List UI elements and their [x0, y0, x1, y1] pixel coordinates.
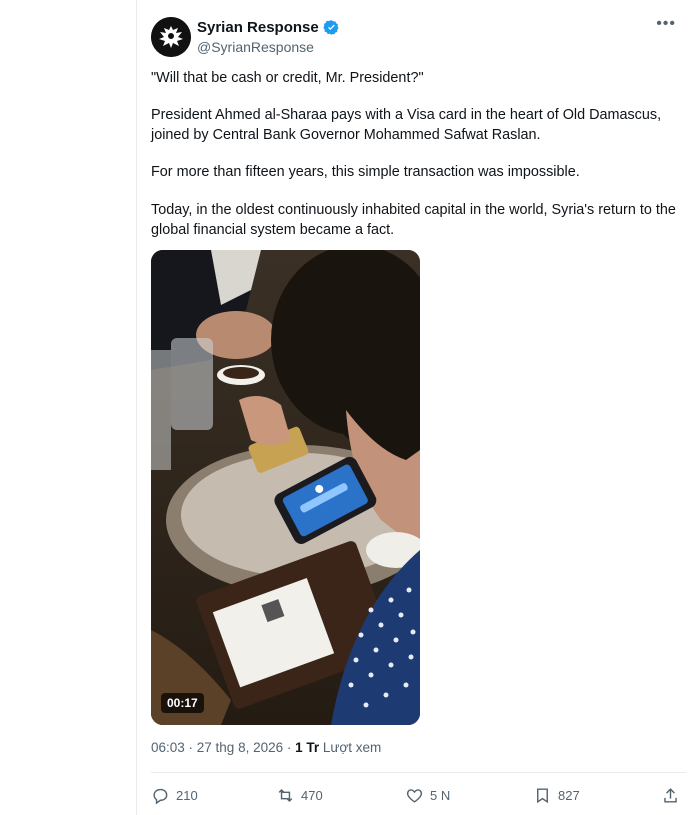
reply-icon [153, 788, 168, 805]
avatar[interactable] [151, 17, 191, 57]
author-handle[interactable]: @SyrianResponse [197, 39, 314, 55]
divider [151, 772, 686, 773]
reply-count: 210 [176, 788, 198, 803]
tweet: Syrian Response @SyrianResponse ••• "Wil… [137, 0, 700, 815]
views-label: Lượt xem [319, 740, 382, 755]
repost-icon [278, 788, 293, 803]
tweet-text-paragraph: Today, in the oldest continuously inhabi… [151, 202, 676, 238]
share-icon [664, 788, 677, 803]
more-icon[interactable]: ••• [656, 15, 676, 33]
display-name[interactable]: Syrian Response [197, 19, 319, 36]
action-bar: 210 470 5 N 827 [151, 786, 686, 810]
tweet-meta: 06:03 · 27 thg 8, 2026 · 1 Tr Lượt xem [151, 740, 381, 755]
eagle-logo-icon [151, 17, 191, 57]
bookmark-icon [537, 788, 548, 804]
tweet-text-paragraph: For more than fifteen years, this simple… [151, 164, 580, 180]
like-button[interactable]: 5 N [405, 786, 450, 805]
reply-button[interactable]: 210 [151, 786, 198, 805]
video-thumbnail [151, 250, 420, 725]
video-duration: 00:17 [161, 693, 204, 713]
like-count: 5 N [430, 788, 451, 803]
bookmark-count: 827 [558, 788, 580, 803]
video-player[interactable]: 00:17 [151, 250, 420, 725]
repost-button[interactable]: 470 [276, 786, 323, 805]
share-button[interactable] [661, 786, 680, 805]
verified-badge-icon[interactable] [323, 19, 340, 36]
tweet-text-quote: "Will that be cash or credit, Mr. Presid… [151, 70, 424, 86]
author-name-row: Syrian Response [197, 19, 340, 36]
repost-count: 470 [301, 788, 323, 803]
tweet-text-paragraph: President Ahmed al-Sharaa pays with a Vi… [151, 107, 662, 143]
bookmark-button[interactable]: 827 [533, 786, 580, 805]
like-icon [406, 789, 423, 803]
view-count: 1 Tr [295, 740, 320, 755]
timestamp[interactable]: 06:03 · 27 thg 8, 2026 · [151, 740, 295, 755]
